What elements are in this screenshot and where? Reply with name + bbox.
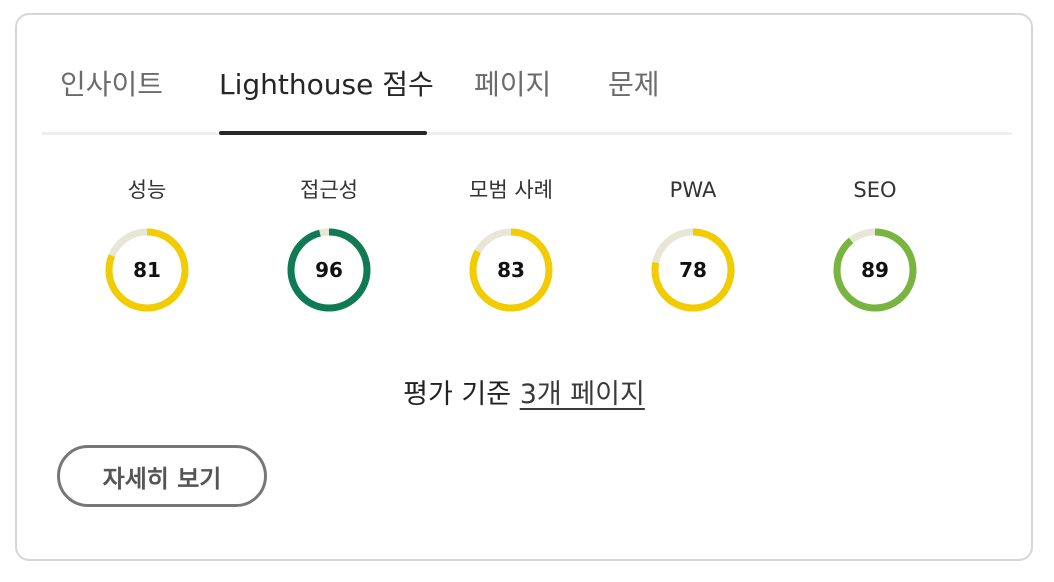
active-tab-indicator xyxy=(219,131,427,135)
score-label: 성능 xyxy=(127,178,167,202)
score-gauge-accessibility[interactable]: 접근성 96 xyxy=(254,175,404,315)
score-label: 모범 사례 xyxy=(469,178,553,202)
score-gauge-pwa[interactable]: PWA 78 xyxy=(618,175,768,315)
score-gauge-performance[interactable]: 성능 81 xyxy=(72,175,222,315)
score-value: 78 xyxy=(679,258,707,282)
score-value: 89 xyxy=(861,258,889,282)
evaluation-basis: 평가 기준 3개 페이지 xyxy=(17,372,1031,411)
score-gauge-seo[interactable]: SEO 89 xyxy=(800,175,950,315)
evaluation-basis-label: 평가 기준 xyxy=(403,379,512,410)
score-ring: 96 xyxy=(287,228,371,312)
tab-issues[interactable]: 문제 xyxy=(608,67,660,103)
score-label: 접근성 xyxy=(300,178,358,202)
score-gauge-best-practices[interactable]: 모범 사례 83 xyxy=(436,175,586,315)
score-ring: 89 xyxy=(833,228,917,312)
tab-pages[interactable]: 페이지 xyxy=(474,67,551,103)
tab-insights[interactable]: 인사이트 xyxy=(60,67,163,103)
view-details-button[interactable]: 자세히 보기 xyxy=(57,445,267,507)
tab-bar: 인사이트 Lighthouse 점수 페이지 문제 xyxy=(42,15,1012,135)
score-ring: 81 xyxy=(105,228,189,312)
lighthouse-card: 인사이트 Lighthouse 점수 페이지 문제 성능 81 접근성 96 모… xyxy=(15,13,1033,561)
score-ring: 78 xyxy=(651,228,735,312)
tab-lighthouse-score[interactable]: Lighthouse 점수 xyxy=(219,67,434,103)
score-label: SEO xyxy=(853,178,897,202)
score-value: 96 xyxy=(315,258,343,282)
score-value: 81 xyxy=(133,258,161,282)
score-label: PWA xyxy=(669,178,717,202)
score-ring: 83 xyxy=(469,228,553,312)
pages-count-link[interactable]: 3개 페이지 xyxy=(520,379,645,410)
score-value: 83 xyxy=(497,258,525,282)
